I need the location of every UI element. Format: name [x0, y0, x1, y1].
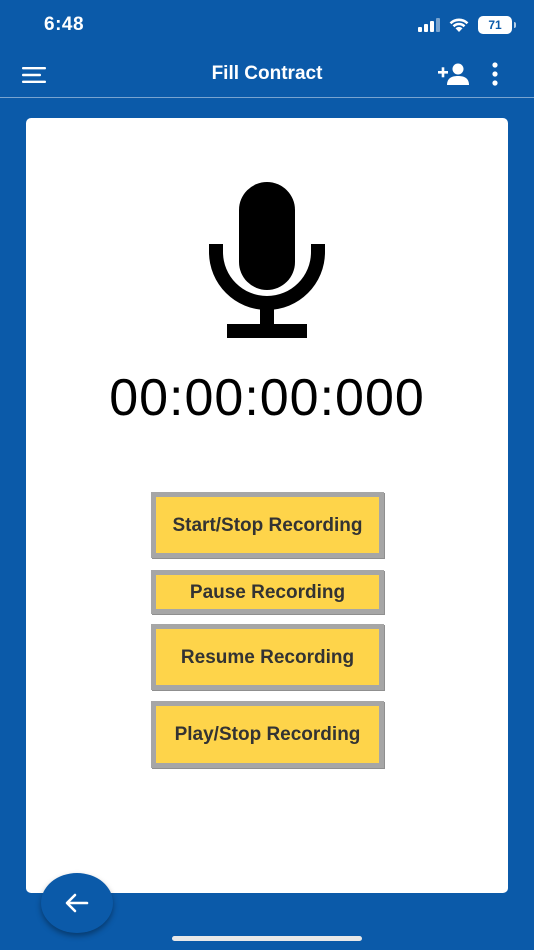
play-stop-recording-button[interactable]: Play/Stop Recording — [151, 701, 384, 768]
add-user-icon[interactable] — [438, 61, 470, 87]
battery-level: 71 — [488, 18, 502, 32]
screen: 6:48 71 Fill Contract 00:00:00:000 Start… — [0, 0, 534, 950]
resume-recording-button[interactable]: Resume Recording — [151, 624, 384, 690]
app-toolbar: Fill Contract — [0, 52, 534, 98]
status-icons: 71 — [418, 16, 516, 34]
menu-icon[interactable] — [22, 66, 48, 84]
microphone-icon — [209, 182, 325, 338]
home-indicator — [172, 936, 362, 941]
recording-timer: 00:00:00:000 — [109, 369, 425, 427]
arrow-left-icon — [65, 893, 89, 913]
pause-recording-button[interactable]: Pause Recording — [151, 570, 384, 614]
back-button[interactable] — [41, 873, 113, 933]
signal-icon — [418, 18, 440, 32]
wifi-icon — [449, 18, 469, 32]
battery-icon: 71 — [478, 16, 516, 34]
status-bar: 6:48 71 — [0, 0, 534, 52]
recorder-card: 00:00:00:000 Start/Stop Recording Pause … — [26, 118, 508, 893]
status-time: 6:48 — [44, 14, 85, 35]
start-stop-recording-button[interactable]: Start/Stop Recording — [151, 492, 384, 558]
more-vertical-icon[interactable] — [490, 62, 500, 86]
